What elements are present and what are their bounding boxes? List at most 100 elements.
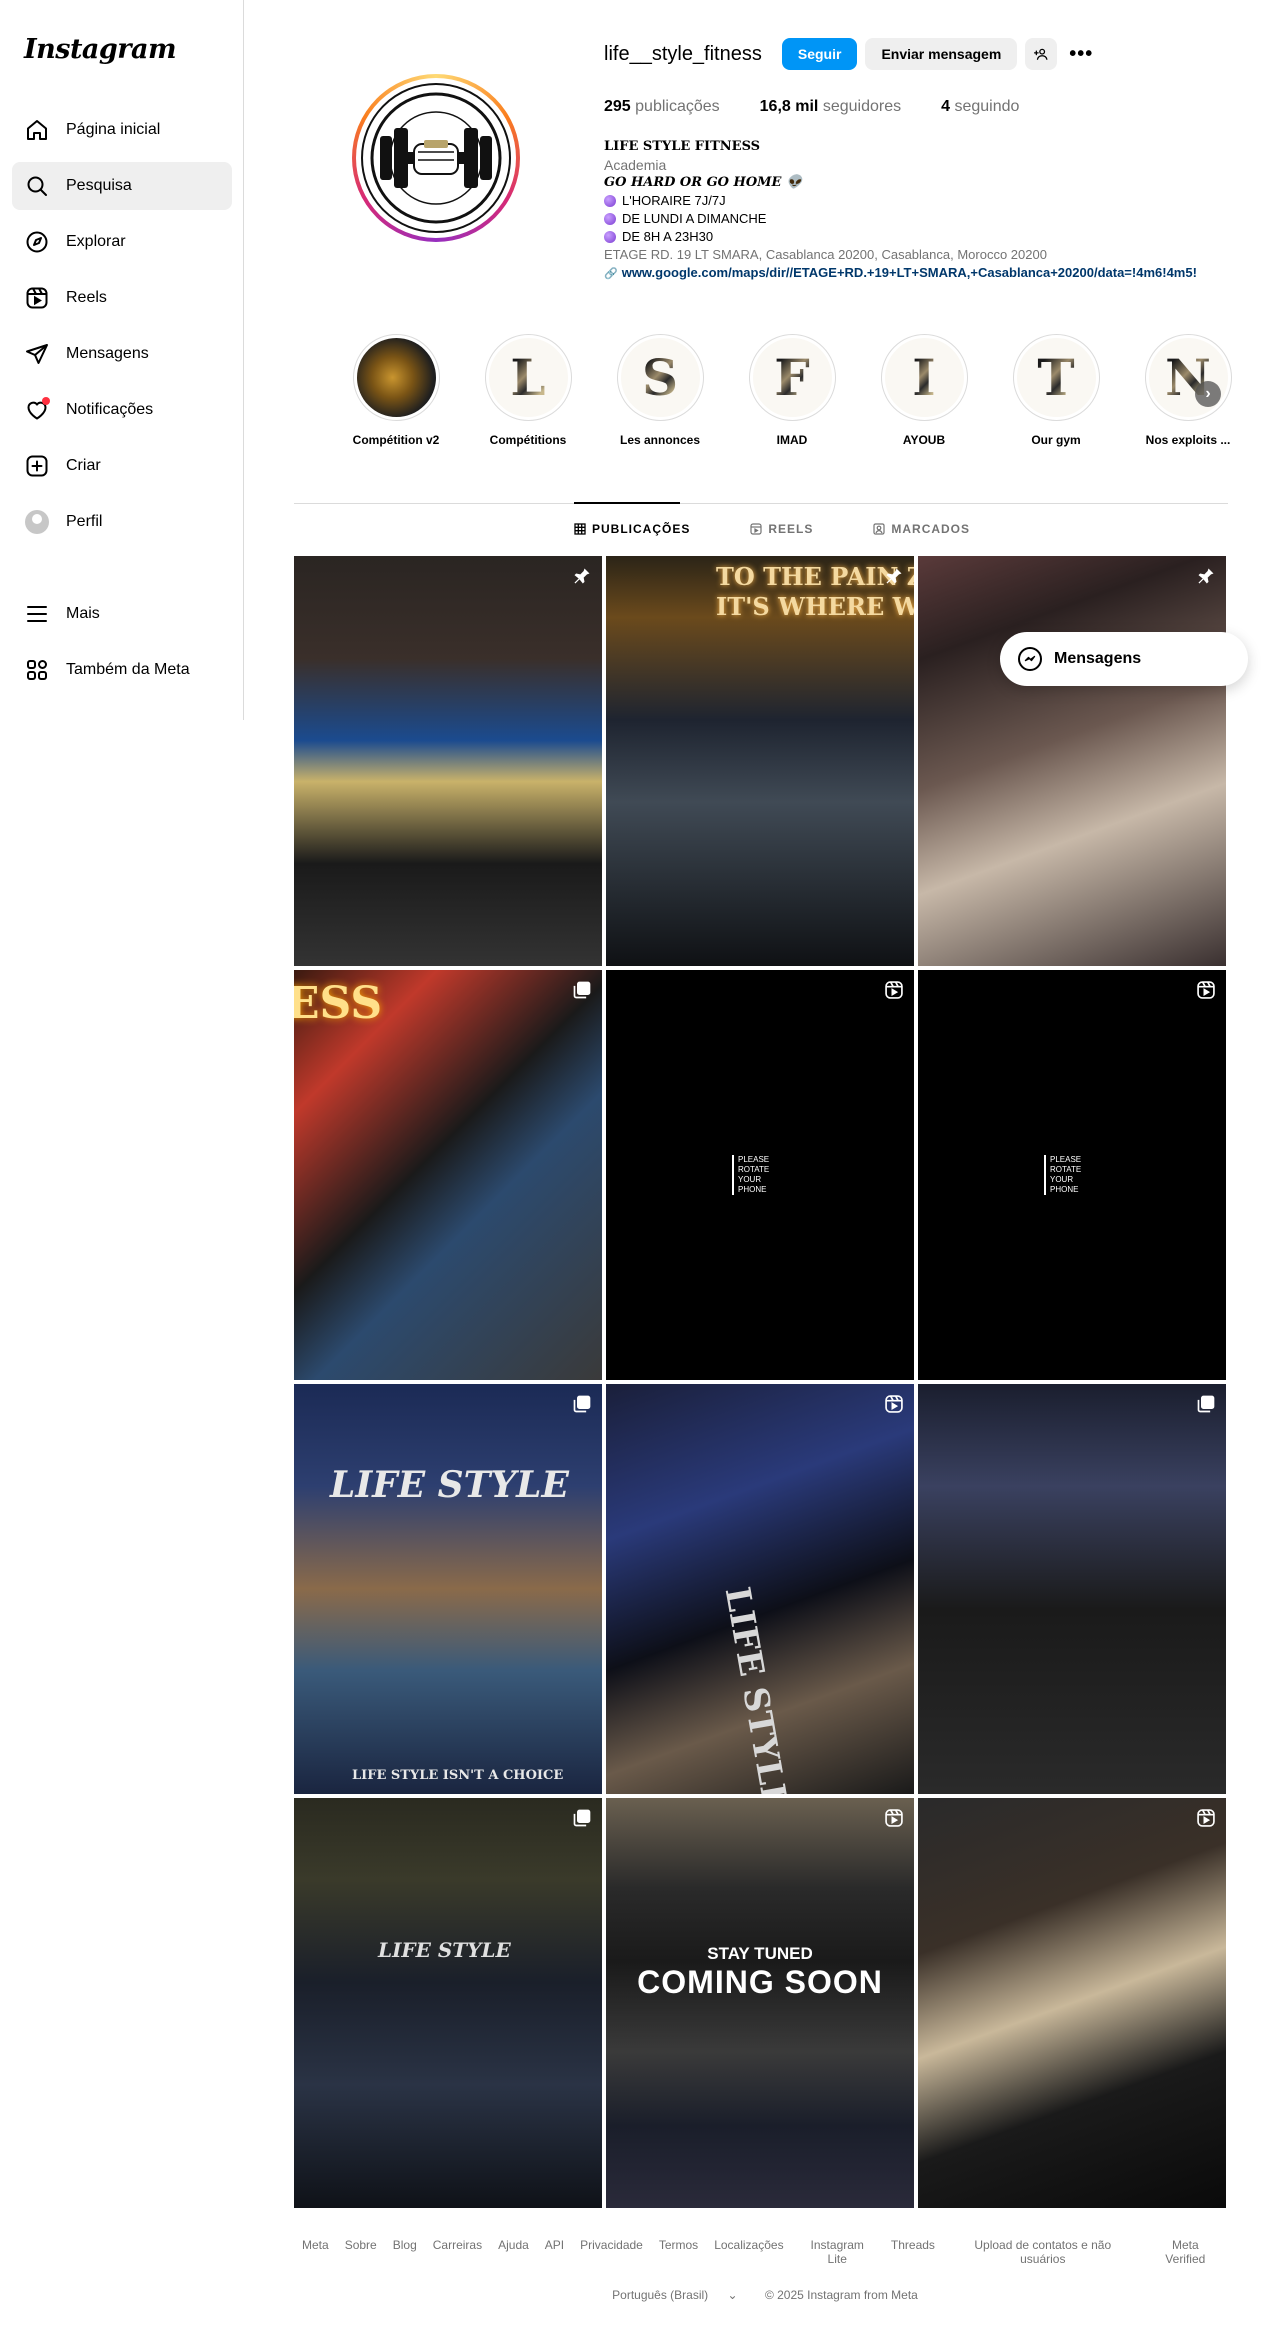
floating-messages-button[interactable]: Mensagens (1000, 632, 1248, 686)
footer-link[interactable]: Ajuda (498, 2238, 529, 2266)
footer-bottom: Português (Brasil) ⌄ © 2025 Instagram fr… (294, 2288, 1228, 2302)
menu-icon (24, 601, 50, 627)
follow-button[interactable]: Seguir (781, 38, 858, 70)
purple-circle-icon (604, 195, 616, 207)
post-thumbnail[interactable]: LIFE STYLE (294, 1798, 602, 2208)
stay-tuned-text: STAY TUNED (707, 1944, 813, 1963)
posts-count: 295 publicações (604, 98, 720, 115)
bio-line: DE 8H A 23H30 (604, 228, 1244, 246)
more-options-icon[interactable]: ••• (1065, 38, 1097, 70)
post-thumbnail[interactable]: LIFE STYLE LIFE STYLE ISN'T A CHOICE (294, 1384, 602, 1794)
neon-sign-text: IT'S WHERE WE T (716, 592, 914, 621)
carousel-icon (1196, 1394, 1216, 1414)
link-icon: 🔗 (604, 268, 618, 280)
highlight-label: IMAD (776, 433, 808, 447)
footer-link[interactable]: API (545, 2238, 564, 2266)
tab-reels[interactable]: REELS (750, 522, 813, 536)
post-thumbnail[interactable]: PLEASE ROTATE YOUR PHONE (918, 970, 1226, 1380)
sidebar-item-label: Notificações (66, 401, 154, 418)
footer-links: Meta Sobre Blog Carreiras Ajuda API Priv… (294, 2238, 1228, 2266)
bio-link-row: 🔗 www.google.com/maps/dir//ETAGE+RD.+19+L… (604, 264, 1244, 283)
sidebar-item-explore[interactable]: Explorar (12, 218, 232, 266)
sidebar-item-notifications[interactable]: Notificações (12, 386, 232, 434)
footer-link[interactable]: Sobre (345, 2238, 377, 2266)
language-selector[interactable]: Português (Brasil) ⌄ (604, 2288, 745, 2302)
footer-link[interactable]: Threads (891, 2238, 935, 2266)
footer-link[interactable]: Meta Verified (1151, 2238, 1220, 2266)
carousel-icon (572, 1808, 592, 1828)
profile-picture[interactable] (352, 74, 520, 242)
suggested-accounts-button[interactable] (1025, 38, 1058, 70)
pin-icon (884, 566, 904, 586)
send-message-button[interactable]: Enviar mensagem (865, 38, 1018, 70)
highlight-item[interactable]: I AYOUB (858, 334, 990, 447)
shirt-print-text: LIFE STYLE (716, 1584, 796, 1794)
bio-link[interactable]: www.google.com/maps/dir//ETAGE+RD.+19+LT… (622, 265, 1197, 280)
footer-link[interactable]: Carreiras (433, 2238, 482, 2266)
sidebar-item-search[interactable]: Pesquisa (12, 162, 232, 210)
tagged-icon (873, 523, 885, 535)
profile-tabs: PUBLICAÇÕES REELS MARCADOS (574, 522, 1030, 536)
tab-posts[interactable]: PUBLICAÇÕES (574, 522, 690, 536)
sidebar-item-create[interactable]: Criar (12, 442, 232, 490)
post-thumbnail[interactable]: LIFE STYLE (606, 1384, 914, 1794)
post-thumbnail[interactable]: STAY TUNED COMING SOON (606, 1798, 914, 2208)
plus-square-icon (24, 453, 50, 479)
compass-icon (24, 229, 50, 255)
profile-header-row: life__style_fitness Seguir Enviar mensag… (604, 38, 1097, 70)
post-thumbnail[interactable] (918, 556, 1226, 966)
sidebar-item-reels[interactable]: Reels (12, 274, 232, 322)
chevron-right-icon[interactable]: › (1195, 381, 1221, 407)
sidebar-item-messages[interactable]: Mensagens (12, 330, 232, 378)
direct-icon (24, 341, 50, 367)
sidebar-item-meta[interactable]: Também da Meta (12, 646, 232, 694)
instagram-logo[interactable]: Instagram (24, 34, 177, 65)
post-thumbnail[interactable]: TO THE PAIN ZO IT'S WHERE WE T (606, 556, 914, 966)
following-count[interactable]: 4 seguindo (941, 98, 1019, 116)
highlight-item[interactable]: Compétition v2 (330, 334, 462, 447)
reel-icon (1196, 1808, 1216, 1828)
footer-link[interactable]: Localizações (714, 2238, 783, 2266)
footer-link[interactable]: Termos (659, 2238, 698, 2266)
search-icon (24, 173, 50, 199)
sidebar-item-more[interactable]: Mais (12, 590, 232, 638)
highlight-item[interactable]: F IMAD (726, 334, 858, 447)
shirt-print-text: LIFE STYLE (378, 1938, 511, 1962)
avatar (25, 510, 49, 534)
highlight-item[interactable]: L Compétitions (462, 334, 594, 447)
purple-circle-icon (604, 213, 616, 225)
heart-icon (24, 397, 50, 423)
sidebar-item-label: Mensagens (66, 345, 149, 362)
highlight-item[interactable]: S Les annonces (594, 334, 726, 447)
highlight-cover: L (488, 338, 568, 417)
highlight-label: Nos exploits ... (1145, 433, 1231, 447)
footer-link[interactable]: Privacidade (580, 2238, 643, 2266)
sidebar-item-label: Explorar (66, 233, 126, 250)
messenger-icon (1018, 647, 1042, 671)
bio-address[interactable]: ETAGE RD. 19 LT SMARA, Casablanca 20200,… (604, 246, 1244, 264)
post-thumbnail[interactable] (918, 1798, 1226, 2208)
post-thumbnail[interactable]: PLEASE ROTATE YOUR PHONE (606, 970, 914, 1380)
highlight-cover: N (1148, 338, 1228, 417)
highlight-cover: I (884, 338, 964, 417)
followers-count[interactable]: 16,8 mil seguidores (760, 98, 901, 116)
highlight-item[interactable]: N Nos exploits ... (1122, 334, 1254, 447)
post-thumbnail[interactable]: ESS (294, 970, 602, 1380)
pin-icon (1196, 566, 1216, 586)
highlight-item[interactable]: T Our gym (990, 334, 1122, 447)
posts-grid: TO THE PAIN ZO IT'S WHERE WE T ESS PLEAS… (294, 556, 1228, 2208)
footer-link[interactable]: Meta (302, 2238, 329, 2266)
footer-link[interactable]: Upload de contatos e não usuários (951, 2238, 1135, 2266)
sidebar-item-home[interactable]: Página inicial (12, 106, 232, 154)
sidebar-item-label: Mais (66, 605, 100, 622)
chevron-down-icon: ⌄ (727, 2288, 738, 2302)
footer-link[interactable]: Blog (393, 2238, 417, 2266)
footer-link[interactable]: Instagram Lite (800, 2238, 875, 2266)
sidebar-item-profile[interactable]: Perfil (12, 498, 232, 546)
post-thumbnail[interactable] (918, 1384, 1226, 1794)
post-thumbnail[interactable] (294, 556, 602, 966)
tab-tagged[interactable]: MARCADOS (873, 522, 970, 536)
neon-sign-text: ESS (294, 978, 383, 1029)
sidebar-item-label: Página inicial (66, 121, 161, 138)
highlight-label: Compétition v2 (352, 433, 440, 447)
